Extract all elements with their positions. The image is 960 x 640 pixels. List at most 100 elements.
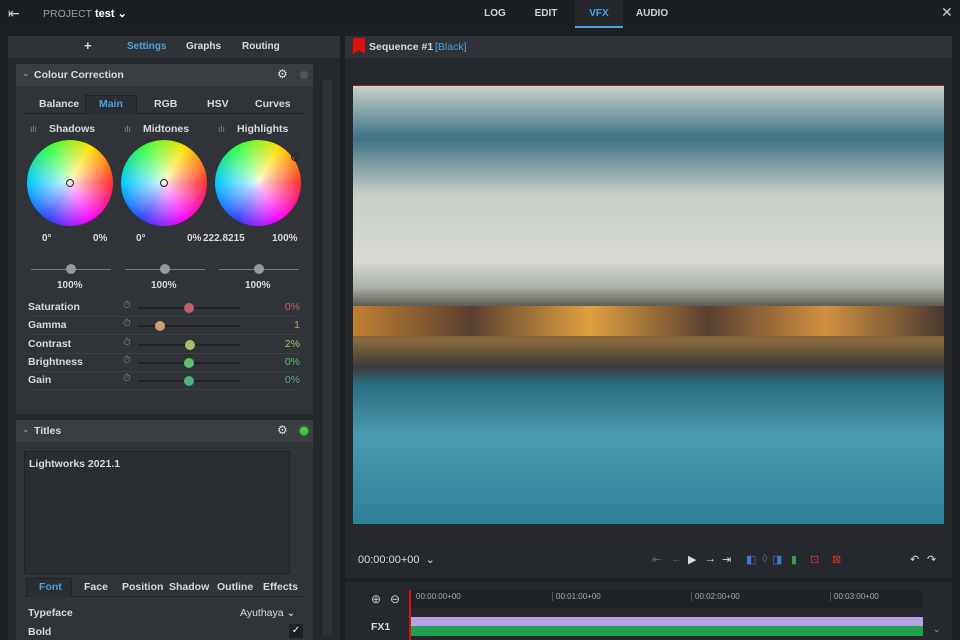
titles-header[interactable]: ⌄ Titles ⚙	[16, 420, 313, 442]
histogram-icon[interactable]: ılı	[30, 124, 37, 134]
param-slider[interactable]	[138, 376, 240, 387]
param-name: Gain	[28, 374, 52, 387]
close-icon[interactable]: ✕	[941, 4, 953, 21]
tab-routing[interactable]: Routing	[242, 41, 280, 52]
wheel-angle: 222.8215	[203, 233, 245, 244]
keyframe-clock-icon[interactable]: ⏱	[123, 300, 131, 311]
slider-knob[interactable]	[66, 264, 76, 274]
tab-main[interactable]: Main	[99, 98, 123, 110]
tab-font[interactable]: Font	[39, 581, 62, 593]
gear-icon[interactable]: ⚙	[277, 423, 288, 437]
bridge	[353, 306, 944, 336]
mark-in-icon[interactable]: ◧	[746, 553, 756, 566]
wheel-amount: 0%	[93, 233, 108, 244]
step-back-icon[interactable]: ←	[671, 553, 682, 565]
param-slider[interactable]	[138, 357, 240, 368]
level-slider[interactable]	[125, 264, 205, 274]
wheel-handle[interactable]	[290, 153, 299, 162]
tab-settings[interactable]: Settings	[127, 41, 166, 52]
wheel-label: Midtones	[143, 123, 190, 135]
panel-tabs: + Settings Graphs Routing	[8, 36, 340, 58]
zoom-in-icon[interactable]: ⊕	[371, 592, 381, 606]
lift-icon[interactable]: ⊡	[810, 553, 819, 566]
ruler-tick: 00:01:00+00	[552, 592, 601, 601]
tab-edit[interactable]: EDIT	[521, 0, 571, 28]
tab-position[interactable]: Position	[122, 581, 163, 593]
wheel-handle[interactable]	[160, 179, 168, 187]
redo-icon[interactable]: ↷	[927, 553, 936, 566]
tab-face[interactable]: Face	[84, 581, 108, 593]
fx-clip[interactable]	[410, 617, 923, 626]
slider-knob[interactable]	[184, 303, 194, 313]
histogram-icon[interactable]: ılı	[124, 124, 131, 134]
keyframe-clock-icon[interactable]: ⏱	[123, 337, 131, 348]
extract-icon[interactable]: ⊠	[832, 553, 841, 566]
play-icon[interactable]: ▶	[688, 553, 696, 566]
slider-knob[interactable]	[155, 321, 166, 332]
level-slider[interactable]	[31, 264, 111, 274]
title-text-input[interactable]: Lightworks 2021.1	[24, 451, 290, 574]
video-frame[interactable]	[353, 85, 944, 524]
level-value: 100%	[245, 280, 271, 291]
scrollbar[interactable]	[321, 80, 332, 635]
param-row: Saturation ⏱ 0%	[28, 299, 300, 317]
exit-icon[interactable]: ⇤	[8, 5, 20, 22]
playhead[interactable]	[409, 590, 411, 640]
cue-icon[interactable]: ▮	[791, 553, 797, 566]
wheel-handle[interactable]	[66, 179, 74, 187]
section-title: Titles	[34, 425, 62, 437]
tab-curves[interactable]: Curves	[255, 98, 291, 110]
keyframe-clock-icon[interactable]: ⏱	[123, 373, 131, 384]
mark-clear-icon[interactable]: ◊	[762, 553, 767, 565]
step-forward-icon[interactable]: →	[705, 553, 716, 565]
timecode[interactable]: 00:00:00+00 ⌄	[358, 553, 435, 566]
slider-knob[interactable]	[184, 376, 194, 387]
histogram-icon[interactable]: ılı	[218, 124, 225, 134]
mark-out-icon[interactable]: ◨	[772, 553, 782, 566]
wheel-amount: 0%	[187, 233, 202, 244]
tab-vfx[interactable]: VFX	[575, 0, 623, 28]
tab-balance[interactable]: Balance	[39, 98, 79, 110]
go-end-icon[interactable]: ⇥	[722, 553, 731, 566]
keyframe-clock-icon[interactable]: ⏱	[123, 355, 131, 366]
color-wheel[interactable]	[121, 140, 207, 226]
chevron-down-icon[interactable]: ⌄	[933, 624, 941, 635]
text-scrollbar[interactable]	[292, 452, 304, 572]
param-slider[interactable]	[138, 321, 240, 332]
typeface-value: Ayuthaya	[240, 607, 284, 619]
tab-outline[interactable]: Outline	[217, 581, 253, 593]
undo-icon[interactable]: ↶	[910, 553, 919, 566]
add-button[interactable]: +	[84, 38, 92, 53]
bold-label: Bold	[28, 626, 52, 638]
tab-rgb[interactable]: RGB	[154, 98, 177, 110]
color-wheel[interactable]	[27, 140, 113, 226]
typeface-select[interactable]: Ayuthaya ⌄	[240, 607, 295, 619]
level-slider[interactable]	[219, 264, 299, 274]
color-wheel[interactable]	[215, 140, 301, 226]
video-clip[interactable]	[410, 626, 923, 636]
slider-knob[interactable]	[254, 264, 264, 274]
project-name[interactable]: test ⌄	[95, 7, 127, 20]
slider-knob[interactable]	[160, 264, 170, 274]
tab-effects[interactable]: Effects	[263, 581, 298, 593]
keyframe-clock-icon[interactable]: ⏱	[123, 318, 131, 329]
enable-dot[interactable]	[300, 427, 308, 435]
gear-icon[interactable]: ⚙	[277, 67, 288, 81]
zoom-out-icon[interactable]: ⊖	[390, 592, 400, 606]
tab-hsv[interactable]: HSV	[207, 98, 229, 110]
colour-correction-header[interactable]: ⌄ Colour Correction ⚙	[16, 64, 313, 86]
tab-graphs[interactable]: Graphs	[186, 41, 221, 52]
slider-knob[interactable]	[184, 357, 194, 368]
tab-shadow[interactable]: Shadow	[169, 581, 209, 593]
param-slider[interactable]	[138, 339, 240, 350]
project-label: PROJECT	[43, 8, 93, 20]
bold-checkbox[interactable]: ✓	[289, 624, 303, 638]
go-start-icon[interactable]: ⇤	[652, 553, 661, 566]
enable-dot[interactable]	[300, 71, 308, 79]
tab-log[interactable]: LOG	[470, 0, 520, 28]
slider-knob[interactable]	[185, 339, 196, 350]
param-row: Gain ⏱ 0%	[28, 372, 300, 391]
param-slider[interactable]	[138, 303, 240, 313]
tab-audio[interactable]: AUDIO	[627, 0, 677, 28]
param-name: Contrast	[28, 337, 72, 350]
